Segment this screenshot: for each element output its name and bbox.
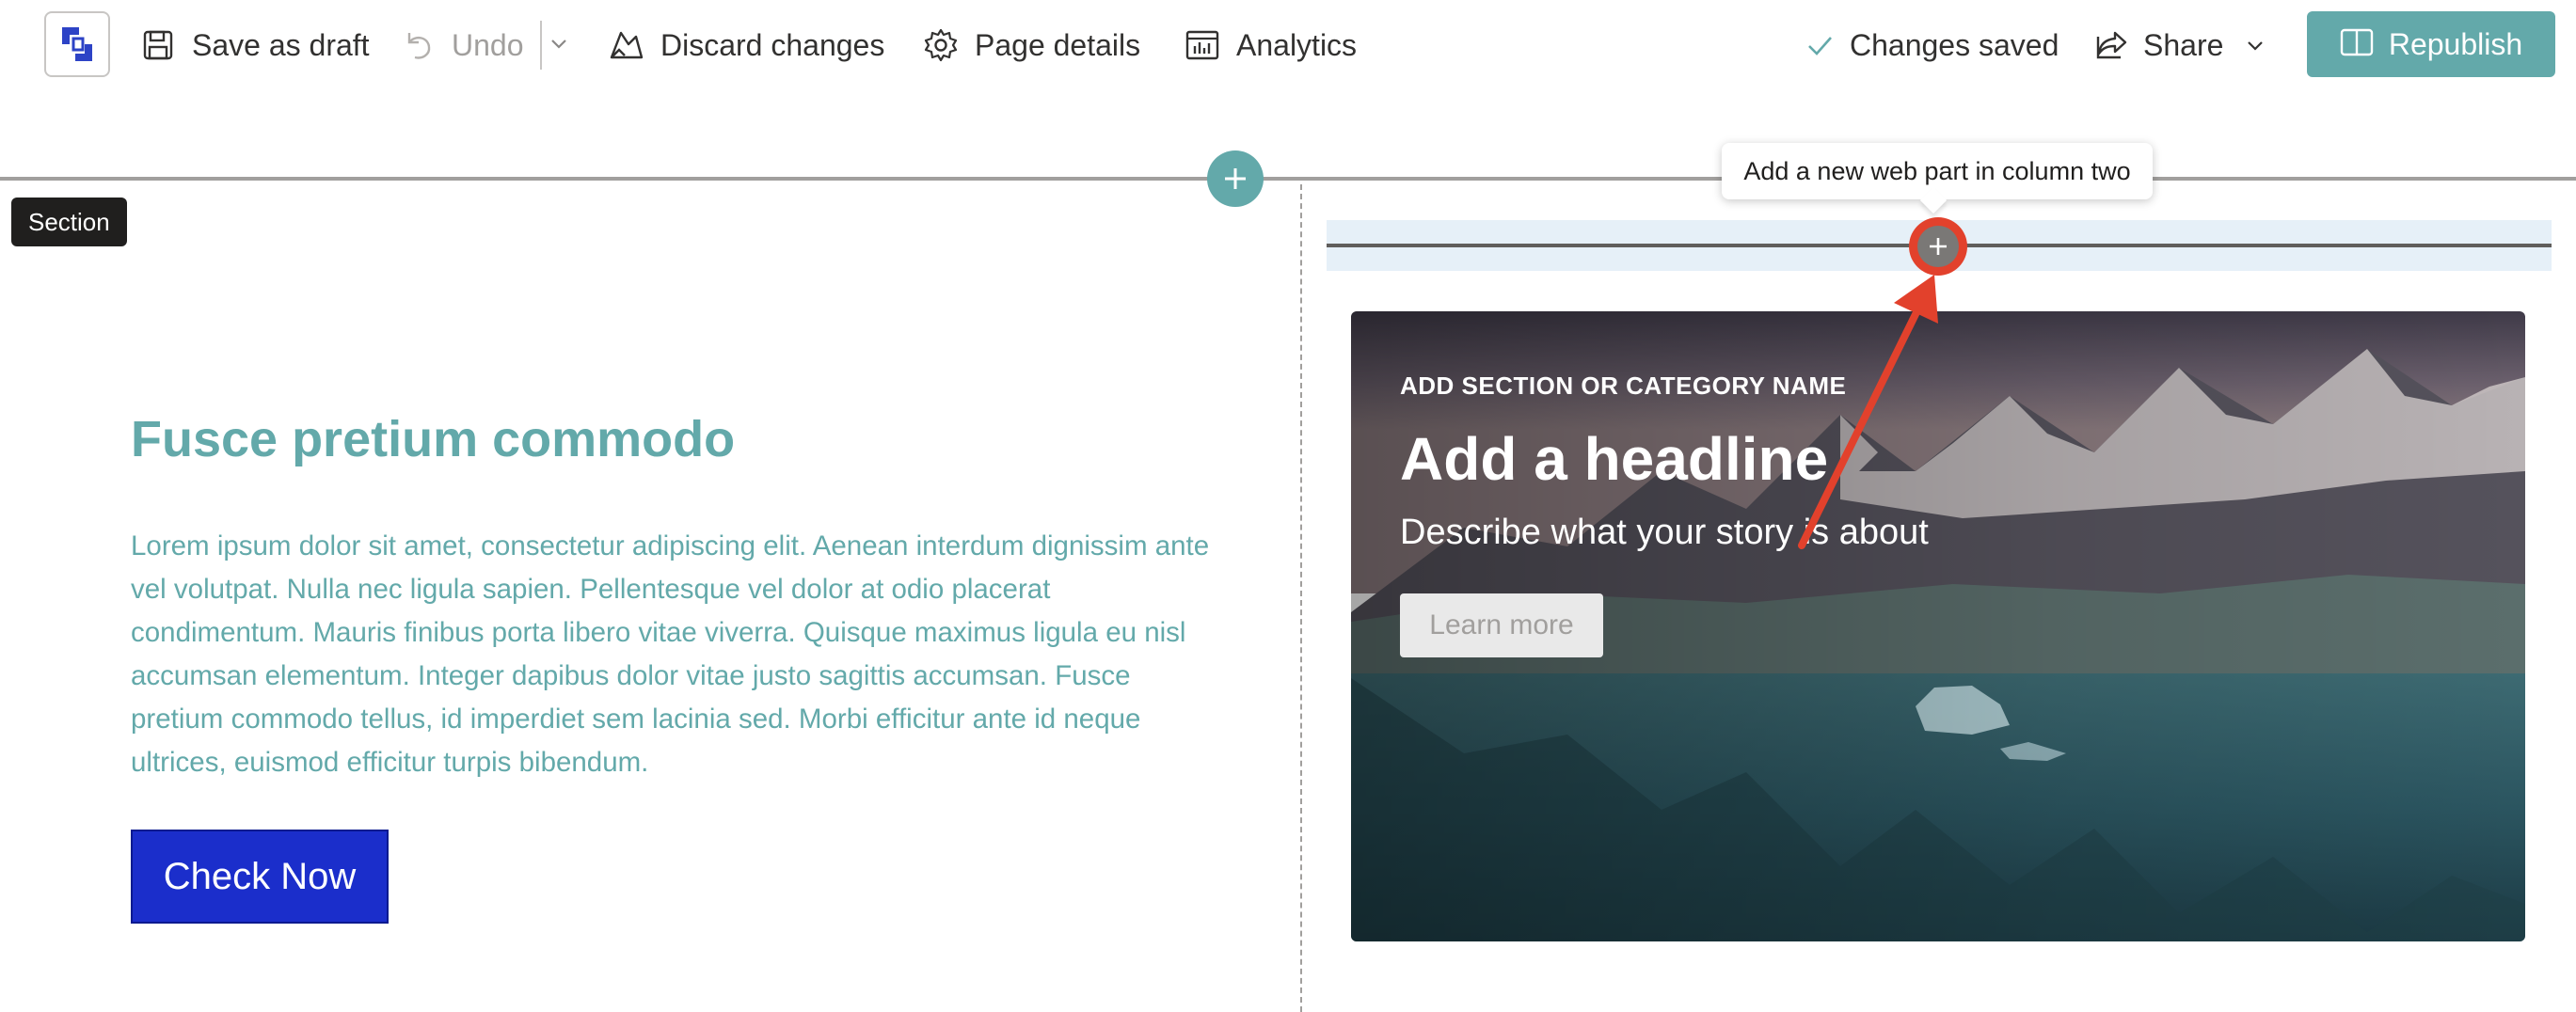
discard-changes-label: Discard changes xyxy=(660,27,885,62)
section-top-border xyxy=(0,177,2576,181)
hero-description[interactable]: Describe what your story is about xyxy=(1400,513,1929,553)
book-icon xyxy=(2340,27,2374,62)
analytics-button[interactable]: Analytics xyxy=(1184,0,1357,90)
app-logo-icon xyxy=(62,27,92,61)
undo-button[interactable]: Undo xyxy=(399,0,524,90)
command-bar: Save as draft Undo Discard changes Page … xyxy=(0,0,2576,90)
app-logo[interactable] xyxy=(44,11,110,77)
column-one-body[interactable]: Lorem ipsum dolor sit amet, consectetur … xyxy=(131,525,1213,784)
column-divider xyxy=(1300,184,1302,1012)
republish-button[interactable]: Republish xyxy=(2307,11,2555,77)
undo-label: Undo xyxy=(452,27,524,62)
gear-icon xyxy=(922,26,960,64)
undo-icon xyxy=(399,26,437,64)
page-details-button[interactable]: Page details xyxy=(922,0,1140,90)
discard-icon xyxy=(608,26,645,64)
save-icon xyxy=(139,26,177,64)
add-section-button[interactable] xyxy=(1207,150,1264,207)
chevron-down-icon[interactable] xyxy=(2244,34,2266,56)
plus-icon xyxy=(1930,238,1947,255)
save-status: Changes saved xyxy=(1801,0,2059,90)
save-as-draft-button[interactable]: Save as draft xyxy=(139,0,370,90)
analytics-label: Analytics xyxy=(1236,27,1358,62)
column-one-title[interactable]: Fusce pretium commodo xyxy=(131,410,735,468)
analytics-icon xyxy=(1184,26,1221,64)
undo-split-divider xyxy=(540,21,542,70)
chevron-down-icon xyxy=(548,32,570,59)
save-status-label: Changes saved xyxy=(1850,27,2059,62)
share-label: Share xyxy=(2143,27,2224,62)
learn-more-button[interactable]: Learn more xyxy=(1400,593,1603,657)
republish-label: Republish xyxy=(2388,26,2523,61)
section-tag[interactable]: Section xyxy=(11,198,127,246)
add-webpart-inner xyxy=(1917,226,1959,267)
checkmark-icon xyxy=(1801,26,1838,64)
hero-category-label[interactable]: ADD SECTION OR CATEGORY NAME xyxy=(1400,372,1846,401)
plus-icon xyxy=(1225,168,1246,189)
page-details-label: Page details xyxy=(975,27,1141,62)
save-as-draft-label: Save as draft xyxy=(192,27,370,62)
share-icon xyxy=(2092,26,2130,64)
hero-webpart[interactable]: ADD SECTION OR CATEGORY NAME Add a headl… xyxy=(1351,311,2525,941)
discard-changes-button[interactable]: Discard changes xyxy=(608,0,884,90)
add-webpart-tooltip: Add a new web part in column two xyxy=(1722,143,2153,199)
hero-headline[interactable]: Add a headline xyxy=(1400,424,1828,494)
check-now-button[interactable]: Check Now xyxy=(131,830,389,924)
add-webpart-button[interactable] xyxy=(1909,217,1967,276)
share-button[interactable]: Share xyxy=(2092,0,2266,90)
undo-menu-button[interactable] xyxy=(548,0,570,90)
